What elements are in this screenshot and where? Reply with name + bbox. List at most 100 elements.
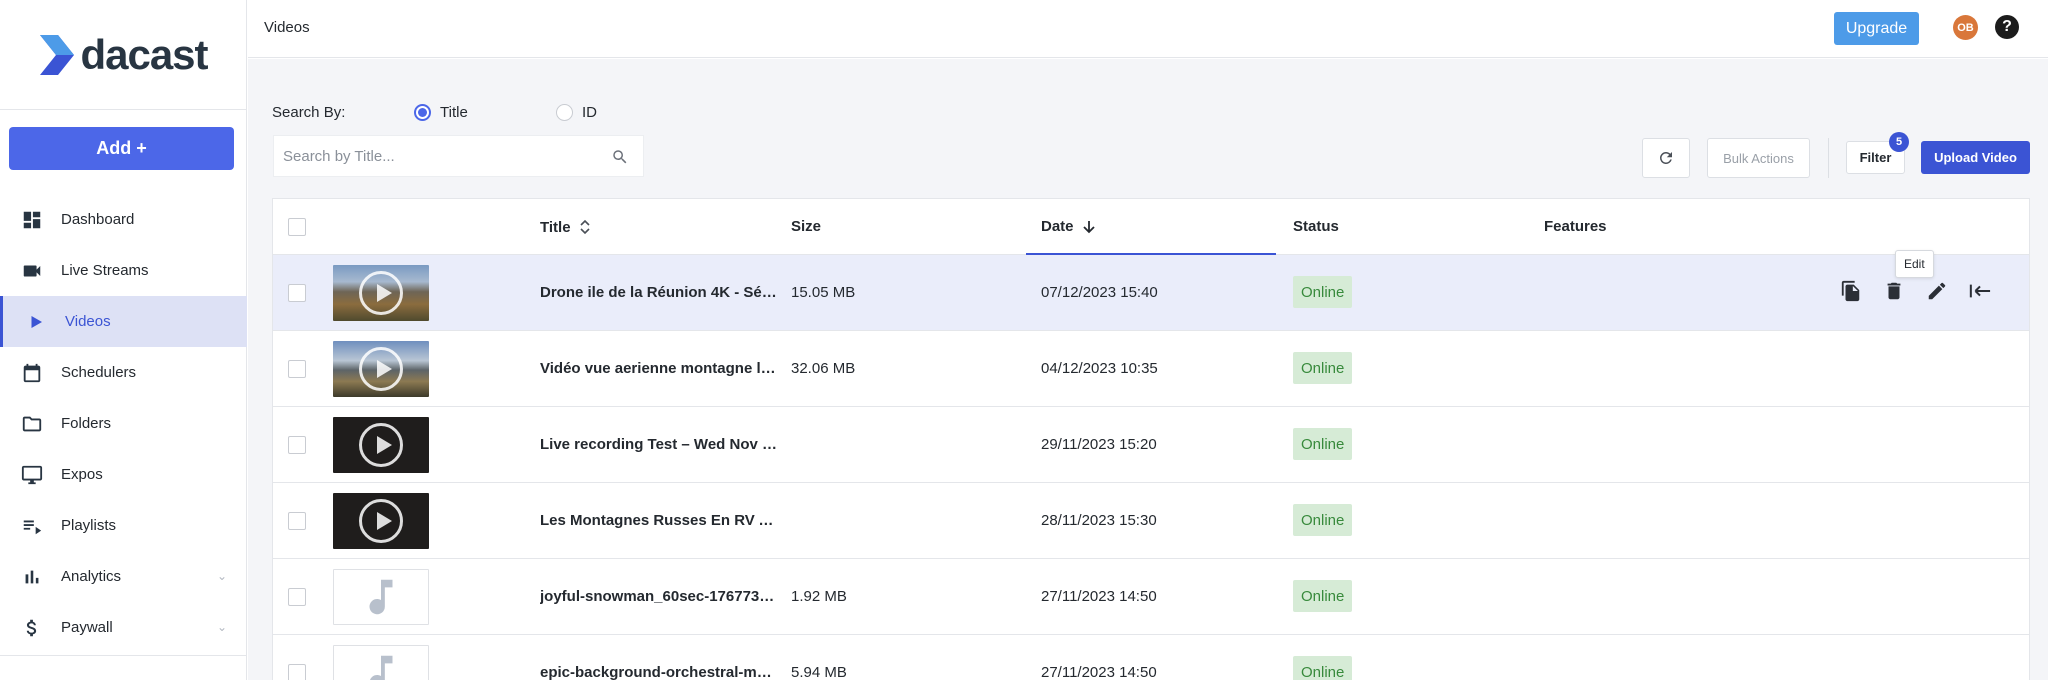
upload-video-button[interactable]: Upload Video (1921, 141, 2030, 174)
sidebar-item-label: Schedulers (61, 364, 137, 381)
main-content: Search By: Title ID Bulk Actions Filter … (248, 59, 2048, 680)
status-badge: Online (1293, 504, 1353, 536)
sidebar-item-videos[interactable]: Videos (0, 296, 247, 347)
column-features-label: Features (1544, 218, 1607, 235)
column-date[interactable]: Date (1041, 218, 1096, 235)
avatar[interactable]: OB (1953, 15, 1978, 40)
radio-title[interactable]: Title (414, 104, 468, 121)
video-date: 29/11/2023 15:20 (1041, 436, 1157, 453)
table-row[interactable]: epic-background-orchestral-music.mp3 5.9… (273, 635, 2029, 680)
logo[interactable]: dacast (0, 0, 246, 110)
video-thumbnail[interactable] (333, 341, 429, 397)
row-actions (1839, 279, 1992, 303)
play-circle-icon (359, 499, 403, 543)
video-thumbnail[interactable] (333, 493, 429, 549)
sidebar-divider (0, 655, 247, 656)
sidebar-item-expos[interactable]: Expos (0, 449, 247, 500)
play-circle-icon (359, 347, 403, 391)
sidebar-item-playlists[interactable]: Playlists (0, 500, 247, 551)
table-row[interactable]: Drone ile de la Réunion 4K - Sébastien 1… (273, 255, 2029, 331)
video-title[interactable]: Les Montagnes Russes En RV A Disneyland (540, 512, 778, 529)
refresh-icon (1659, 151, 1672, 164)
row-checkbox[interactable] (288, 664, 306, 680)
sidebar-item-label: Live Streams (61, 262, 149, 279)
playlist-icon (20, 514, 44, 538)
row-checkbox[interactable] (288, 360, 306, 378)
search-by-label: Search By: (272, 104, 346, 121)
row-checkbox[interactable] (288, 284, 306, 302)
audio-thumbnail[interactable] (333, 645, 429, 680)
filter-count-badge: 5 (1889, 132, 1909, 152)
table-row[interactable]: Les Montagnes Russes En RV A Disneyland … (273, 483, 2029, 559)
radio-selected-icon (414, 104, 431, 121)
play-icon (24, 310, 48, 334)
sidebar-item-label: Folders (61, 415, 112, 432)
radio-label: Title (440, 104, 468, 121)
sidebar-item-live-streams[interactable]: Live Streams (0, 245, 247, 296)
video-title[interactable]: Live recording Test – Wed Nov 29 2023 (540, 436, 778, 453)
status-badge: Online (1293, 580, 1353, 612)
videos-table: Title Size Date Status Features Drone il… (272, 198, 2030, 680)
chevron-down-icon[interactable]: ⌄ (217, 620, 227, 634)
music-note-icon (369, 655, 393, 680)
video-thumbnail[interactable] (333, 265, 429, 321)
column-date-label: Date (1041, 218, 1074, 235)
video-date: 27/11/2023 14:50 (1041, 664, 1157, 680)
dollar-icon (20, 616, 44, 640)
select-all-checkbox[interactable] (288, 218, 306, 236)
sort-icon[interactable] (579, 218, 591, 236)
chevron-down-icon[interactable]: ⌄ (217, 569, 227, 583)
sidebar-item-label: Analytics (61, 568, 122, 585)
add-button[interactable]: Add + (9, 127, 234, 170)
audio-thumbnail[interactable] (333, 569, 429, 625)
video-date: 28/11/2023 15:30 (1041, 512, 1157, 529)
help-icon[interactable]: ? (1995, 15, 2019, 39)
video-title[interactable]: Drone ile de la Réunion 4K - Sébastien (540, 284, 778, 301)
video-camera-icon (20, 259, 44, 283)
delete-icon[interactable] (1882, 279, 1906, 303)
video-thumbnail[interactable] (333, 417, 429, 473)
video-date: 04/12/2023 10:35 (1041, 360, 1158, 377)
sidebar-item-paywall[interactable]: Paywall ⌄ (0, 602, 247, 653)
bulk-actions-button[interactable]: Bulk Actions (1707, 138, 1810, 178)
row-checkbox[interactable] (288, 588, 306, 606)
table-row[interactable]: joyful-snowman_60sec-176773.mp3 1.92 MB … (273, 559, 2029, 635)
column-status[interactable]: Status (1293, 218, 1339, 235)
video-size: 32.06 MB (791, 360, 856, 377)
video-size: 15.05 MB (791, 284, 856, 301)
video-title[interactable]: joyful-snowman_60sec-176773.mp3 (540, 588, 778, 605)
radio-label: ID (582, 104, 597, 121)
row-checkbox[interactable] (288, 436, 306, 454)
refresh-button[interactable] (1642, 138, 1690, 178)
arrow-down-icon[interactable] (1082, 219, 1096, 235)
sidebar-item-folders[interactable]: Folders (0, 398, 247, 449)
sidebar-item-schedulers[interactable]: Schedulers (0, 347, 247, 398)
table-row[interactable]: Vidéo vue aerienne montagne libre de dro… (273, 331, 2029, 407)
table-row[interactable]: Live recording Test – Wed Nov 29 2023 29… (273, 407, 2029, 483)
dashboard-icon (20, 208, 44, 232)
search-field (273, 135, 644, 177)
sidebar-item-analytics[interactable]: Analytics ⌄ (0, 551, 247, 602)
video-title[interactable]: epic-background-orchestral-music.mp3 (540, 664, 778, 680)
sidebar-nav: Dashboard Live Streams Videos Schedulers… (0, 194, 247, 653)
copy-icon[interactable] (1839, 279, 1863, 303)
edit-icon[interactable] (1925, 279, 1949, 303)
upgrade-button[interactable]: Upgrade (1834, 12, 1919, 45)
video-title[interactable]: Vidéo vue aerienne montagne libre de dro… (540, 360, 778, 377)
toolbar-divider (1828, 138, 1829, 178)
collapse-icon[interactable] (1968, 279, 1992, 303)
sidebar-item-label: Paywall (61, 619, 113, 636)
column-title[interactable]: Title (540, 218, 591, 236)
play-circle-icon (359, 271, 403, 315)
column-features: Features (1544, 218, 1607, 235)
search-icon[interactable] (611, 148, 629, 166)
row-checkbox[interactable] (288, 512, 306, 530)
status-badge: Online (1293, 276, 1353, 308)
search-input[interactable] (283, 147, 603, 165)
sidebar-item-dashboard[interactable]: Dashboard (0, 194, 247, 245)
dacast-logo-icon (40, 34, 75, 75)
status-badge: Online (1293, 352, 1353, 384)
column-size[interactable]: Size (791, 218, 821, 235)
radio-id[interactable]: ID (556, 104, 597, 121)
logo-text: dacast (80, 30, 208, 78)
